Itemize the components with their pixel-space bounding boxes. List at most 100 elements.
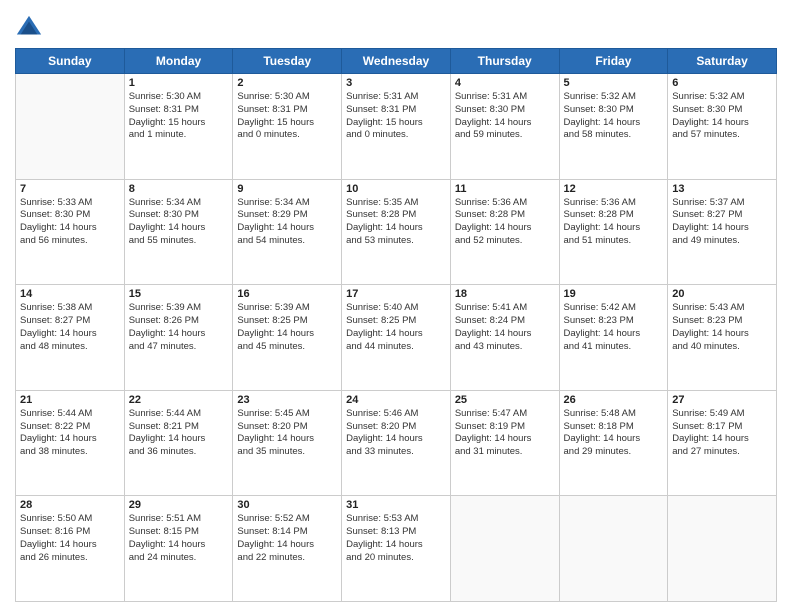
day-info: Sunrise: 5:45 AM Sunset: 8:20 PM Dayligh… (237, 408, 337, 459)
day-info: Sunrise: 5:32 AM Sunset: 8:30 PM Dayligh… (564, 91, 664, 142)
calendar-cell: 10 Sunrise: 5:35 AM Sunset: 8:28 PM Dayli… (342, 179, 451, 285)
day-info: Sunrise: 5:31 AM Sunset: 8:31 PM Dayligh… (346, 91, 446, 142)
day-number: 16 (237, 288, 337, 300)
calendar-cell: 26 Sunrise: 5:48 AM Sunset: 8:18 PM Dayli… (559, 390, 668, 496)
calendar-cell: 7 Sunrise: 5:33 AM Sunset: 8:30 PM Daylig… (16, 179, 125, 285)
day-number: 26 (564, 394, 664, 406)
day-number: 2 (237, 77, 337, 89)
calendar-week-row: 28 Sunrise: 5:50 AM Sunset: 8:16 PM Dayli… (16, 496, 777, 602)
day-of-week-header: Saturday (668, 49, 777, 74)
day-info: Sunrise: 5:35 AM Sunset: 8:28 PM Dayligh… (346, 197, 446, 248)
calendar-week-row: 21 Sunrise: 5:44 AM Sunset: 8:22 PM Dayli… (16, 390, 777, 496)
day-number: 22 (129, 394, 229, 406)
calendar-cell: 5 Sunrise: 5:32 AM Sunset: 8:30 PM Daylig… (559, 74, 668, 180)
calendar-cell: 22 Sunrise: 5:44 AM Sunset: 8:21 PM Dayli… (124, 390, 233, 496)
day-info: Sunrise: 5:44 AM Sunset: 8:21 PM Dayligh… (129, 408, 229, 459)
calendar-cell: 2 Sunrise: 5:30 AM Sunset: 8:31 PM Daylig… (233, 74, 342, 180)
day-info: Sunrise: 5:30 AM Sunset: 8:31 PM Dayligh… (129, 91, 229, 142)
day-info: Sunrise: 5:39 AM Sunset: 8:26 PM Dayligh… (129, 302, 229, 353)
day-info: Sunrise: 5:30 AM Sunset: 8:31 PM Dayligh… (237, 91, 337, 142)
calendar-header: SundayMondayTuesdayWednesdayThursdayFrid… (16, 49, 777, 74)
day-number: 29 (129, 499, 229, 511)
day-of-week-header: Sunday (16, 49, 125, 74)
day-info: Sunrise: 5:42 AM Sunset: 8:23 PM Dayligh… (564, 302, 664, 353)
day-number: 18 (455, 288, 555, 300)
calendar-cell: 24 Sunrise: 5:46 AM Sunset: 8:20 PM Dayli… (342, 390, 451, 496)
day-info: Sunrise: 5:34 AM Sunset: 8:30 PM Dayligh… (129, 197, 229, 248)
day-of-week-header: Thursday (450, 49, 559, 74)
day-info: Sunrise: 5:32 AM Sunset: 8:30 PM Dayligh… (672, 91, 772, 142)
day-number: 25 (455, 394, 555, 406)
calendar-cell: 11 Sunrise: 5:36 AM Sunset: 8:28 PM Dayli… (450, 179, 559, 285)
day-number: 28 (20, 499, 120, 511)
calendar-cell: 6Sunrise: 5:32 AM Sunset: 8:30 PM Daylig… (668, 74, 777, 180)
calendar-cell: 9Sunrise: 5:34 AM Sunset: 8:29 PM Daylig… (233, 179, 342, 285)
calendar-cell (668, 496, 777, 602)
day-number: 31 (346, 499, 446, 511)
calendar-cell: 17 Sunrise: 5:40 AM Sunset: 8:25 PM Dayli… (342, 285, 451, 391)
day-of-week-header: Tuesday (233, 49, 342, 74)
day-number: 19 (564, 288, 664, 300)
day-info: Sunrise: 5:44 AM Sunset: 8:22 PM Dayligh… (20, 408, 120, 459)
day-info: Sunrise: 5:41 AM Sunset: 8:24 PM Dayligh… (455, 302, 555, 353)
calendar-week-row: 1 Sunrise: 5:30 AM Sunset: 8:31 PM Daylig… (16, 74, 777, 180)
day-of-week-header: Monday (124, 49, 233, 74)
calendar-cell (450, 496, 559, 602)
calendar-cell: 28 Sunrise: 5:50 AM Sunset: 8:16 PM Dayli… (16, 496, 125, 602)
calendar-week-row: 14Sunrise: 5:38 AM Sunset: 8:27 PM Dayli… (16, 285, 777, 391)
calendar-week-row: 7 Sunrise: 5:33 AM Sunset: 8:30 PM Daylig… (16, 179, 777, 285)
day-number: 11 (455, 183, 555, 195)
day-number: 17 (346, 288, 446, 300)
calendar-cell: 3 Sunrise: 5:31 AM Sunset: 8:31 PM Daylig… (342, 74, 451, 180)
day-info: Sunrise: 5:46 AM Sunset: 8:20 PM Dayligh… (346, 408, 446, 459)
day-number: 7 (20, 183, 120, 195)
day-number: 10 (346, 183, 446, 195)
day-number: 1 (129, 77, 229, 89)
calendar-cell: 15 Sunrise: 5:39 AM Sunset: 8:26 PM Dayli… (124, 285, 233, 391)
header (15, 10, 777, 42)
logo (15, 10, 47, 42)
day-info: Sunrise: 5:36 AM Sunset: 8:28 PM Dayligh… (455, 197, 555, 248)
day-info: Sunrise: 5:37 AM Sunset: 8:27 PM Dayligh… (672, 197, 772, 248)
day-info: Sunrise: 5:36 AM Sunset: 8:28 PM Dayligh… (564, 197, 664, 248)
calendar-cell: 13 Sunrise: 5:37 AM Sunset: 8:27 PM Dayli… (668, 179, 777, 285)
calendar-cell: 31 Sunrise: 5:53 AM Sunset: 8:13 PM Dayli… (342, 496, 451, 602)
day-number: 12 (564, 183, 664, 195)
calendar-cell: 16 Sunrise: 5:39 AM Sunset: 8:25 PM Dayli… (233, 285, 342, 391)
calendar-body: 1 Sunrise: 5:30 AM Sunset: 8:31 PM Daylig… (16, 74, 777, 602)
page: SundayMondayTuesdayWednesdayThursdayFrid… (0, 0, 792, 612)
day-number: 3 (346, 77, 446, 89)
calendar-cell: 29Sunrise: 5:51 AM Sunset: 8:15 PM Dayli… (124, 496, 233, 602)
day-number: 24 (346, 394, 446, 406)
calendar-cell: 30Sunrise: 5:52 AM Sunset: 8:14 PM Dayli… (233, 496, 342, 602)
calendar-cell: 8 Sunrise: 5:34 AM Sunset: 8:30 PM Daylig… (124, 179, 233, 285)
calendar-cell: 12 Sunrise: 5:36 AM Sunset: 8:28 PM Dayli… (559, 179, 668, 285)
calendar-cell: 4 Sunrise: 5:31 AM Sunset: 8:30 PM Daylig… (450, 74, 559, 180)
calendar: SundayMondayTuesdayWednesdayThursdayFrid… (15, 48, 777, 602)
day-number: 5 (564, 77, 664, 89)
day-number: 21 (20, 394, 120, 406)
day-info: Sunrise: 5:33 AM Sunset: 8:30 PM Dayligh… (20, 197, 120, 248)
day-of-week-header: Friday (559, 49, 668, 74)
day-info: Sunrise: 5:48 AM Sunset: 8:18 PM Dayligh… (564, 408, 664, 459)
day-info: Sunrise: 5:47 AM Sunset: 8:19 PM Dayligh… (455, 408, 555, 459)
days-of-week-row: SundayMondayTuesdayWednesdayThursdayFrid… (16, 49, 777, 74)
day-info: Sunrise: 5:31 AM Sunset: 8:30 PM Dayligh… (455, 91, 555, 142)
calendar-cell: 25 Sunrise: 5:47 AM Sunset: 8:19 PM Dayli… (450, 390, 559, 496)
day-info: Sunrise: 5:49 AM Sunset: 8:17 PM Dayligh… (672, 408, 772, 459)
day-number: 20 (672, 288, 772, 300)
day-number: 13 (672, 183, 772, 195)
day-of-week-header: Wednesday (342, 49, 451, 74)
day-info: Sunrise: 5:50 AM Sunset: 8:16 PM Dayligh… (20, 513, 120, 564)
day-info: Sunrise: 5:43 AM Sunset: 8:23 PM Dayligh… (672, 302, 772, 353)
day-number: 8 (129, 183, 229, 195)
day-number: 15 (129, 288, 229, 300)
day-number: 27 (672, 394, 772, 406)
day-info: Sunrise: 5:34 AM Sunset: 8:29 PM Dayligh… (237, 197, 337, 248)
day-number: 4 (455, 77, 555, 89)
calendar-cell: 23Sunrise: 5:45 AM Sunset: 8:20 PM Dayli… (233, 390, 342, 496)
day-info: Sunrise: 5:38 AM Sunset: 8:27 PM Dayligh… (20, 302, 120, 353)
day-info: Sunrise: 5:53 AM Sunset: 8:13 PM Dayligh… (346, 513, 446, 564)
day-info: Sunrise: 5:39 AM Sunset: 8:25 PM Dayligh… (237, 302, 337, 353)
day-info: Sunrise: 5:40 AM Sunset: 8:25 PM Dayligh… (346, 302, 446, 353)
